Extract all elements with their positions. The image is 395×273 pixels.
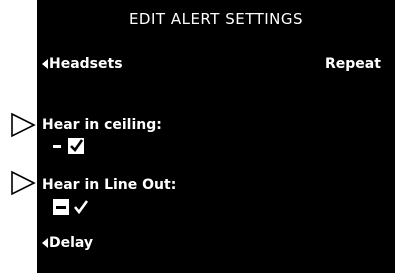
setting-toggle-hear-in-ceiling[interactable] xyxy=(53,138,84,154)
setting-label-hear-in-ceiling: Hear in ceiling: xyxy=(42,117,162,133)
stage: EDIT ALERT SETTINGS Headsets Repeat Hear… xyxy=(0,0,395,273)
nav-repeat-label: Repeat xyxy=(325,56,381,72)
setting-label-hear-in-line-out: Hear in Line Out: xyxy=(42,177,177,193)
checked-box-icon xyxy=(68,138,84,154)
device-screen: EDIT ALERT SETTINGS Headsets Repeat Hear… xyxy=(37,0,395,273)
nav-delay-label: Delay xyxy=(49,235,94,251)
screen-title: EDIT ALERT SETTINGS xyxy=(128,10,304,28)
pointer-arrow-icon xyxy=(11,170,36,196)
check-icon xyxy=(73,200,89,215)
minus-box-icon xyxy=(53,199,69,215)
pointer-arrow-icon xyxy=(11,112,36,138)
nav-left-arrow-icon xyxy=(42,59,48,69)
setting-toggle-hear-in-line-out[interactable] xyxy=(53,199,89,215)
nav-left-arrow-icon xyxy=(42,238,48,248)
minus-icon xyxy=(53,144,61,148)
nav-delay[interactable]: Delay xyxy=(42,235,93,251)
nav-repeat[interactable]: Repeat xyxy=(325,56,395,72)
nav-headsets[interactable]: Headsets xyxy=(42,56,123,72)
nav-headsets-label: Headsets xyxy=(49,56,123,72)
